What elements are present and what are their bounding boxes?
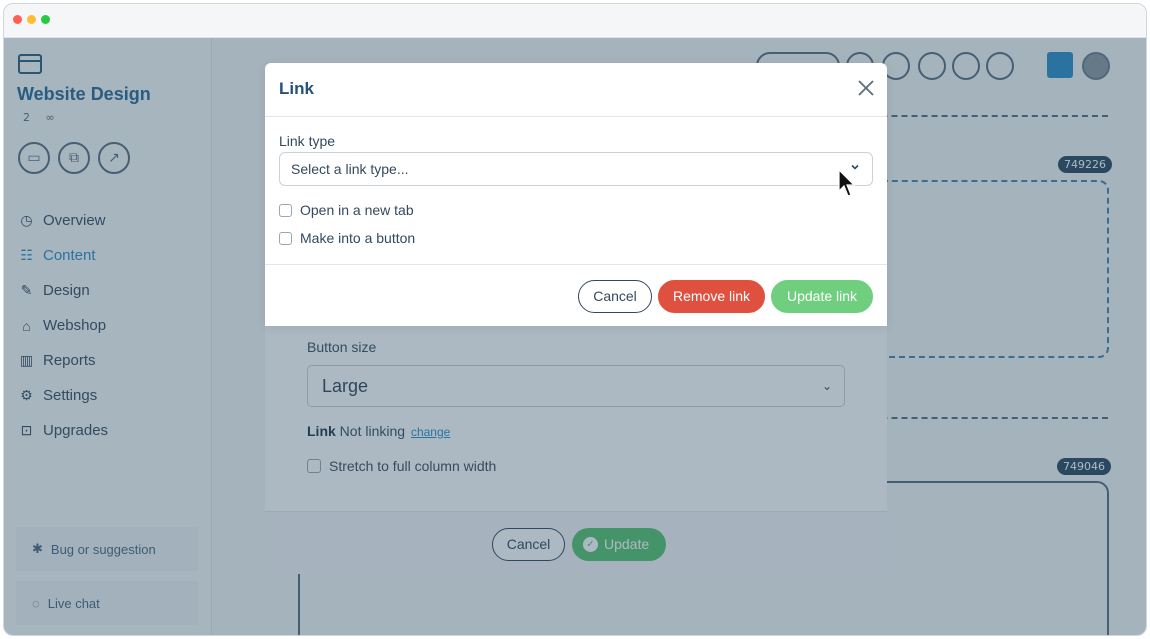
make-button-checkbox[interactable] [279, 231, 292, 245]
minimize-window-icon[interactable] [27, 15, 36, 24]
window-titlebar [4, 4, 1146, 38]
mouse-cursor-icon [838, 169, 856, 197]
open-new-tab-checkbox[interactable] [279, 203, 292, 217]
make-button-row[interactable]: Make into a button [279, 230, 415, 246]
make-button-label: Make into a button [300, 230, 416, 246]
link-dialog-header: Link [265, 63, 887, 117]
link-dialog: Link Link type Select a link type... Ope… [265, 63, 887, 326]
link-dialog-footer: Cancel Remove link Update link [265, 264, 887, 326]
open-new-tab-label: Open in a new tab [300, 202, 414, 218]
remove-link-button[interactable]: Remove link [658, 280, 765, 313]
open-new-tab-row[interactable]: Open in a new tab [279, 202, 414, 218]
maximize-window-icon[interactable] [41, 15, 50, 24]
close-icon[interactable] [857, 79, 875, 97]
close-window-icon[interactable] [13, 15, 22, 24]
dialog-title: Link [279, 79, 314, 98]
cancel-button[interactable]: Cancel [578, 280, 652, 313]
update-link-button[interactable]: Update link [771, 280, 873, 313]
browser-window: Website Design 2 ∞ ▭ ⧉ ↗ ◷ Overview ☷ Co… [3, 3, 1147, 636]
link-type-placeholder: Select a link type... [291, 161, 409, 177]
link-type-label: Link type [279, 133, 336, 149]
link-type-select[interactable]: Select a link type... [279, 152, 873, 186]
